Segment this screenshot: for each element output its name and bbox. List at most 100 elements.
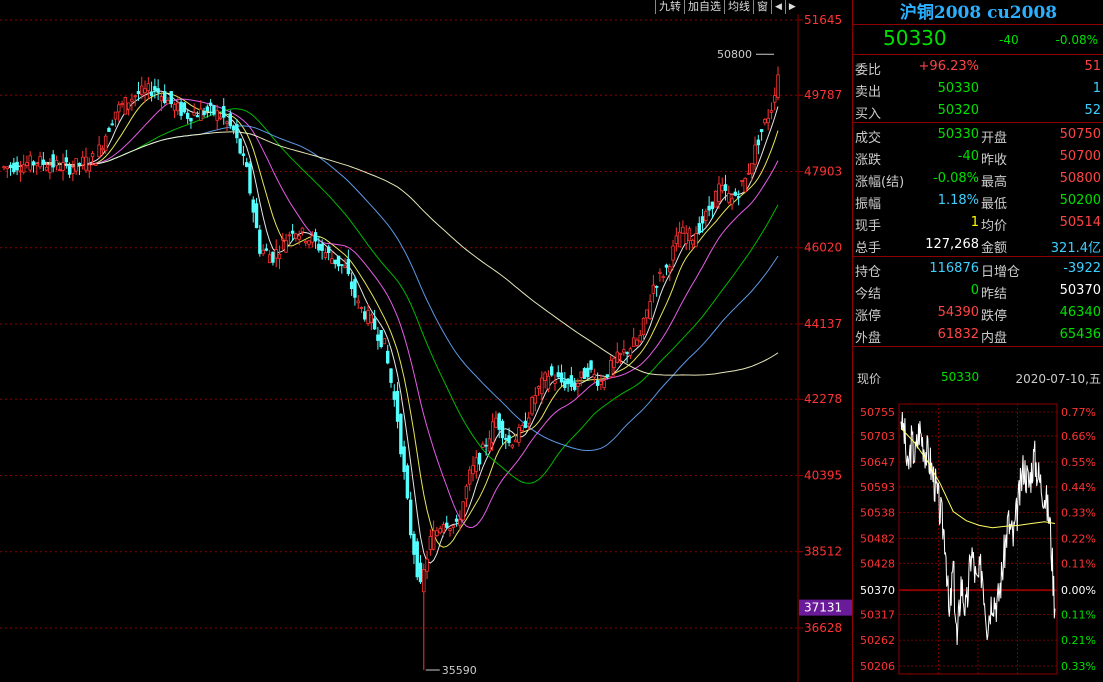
intraday-label: 现价 [857, 372, 882, 386]
candle-body [248, 163, 252, 194]
divider [853, 54, 1103, 55]
quote-v2: 50700 [1059, 149, 1101, 164]
candle-body [638, 334, 642, 342]
quote-l2: 金额 [981, 241, 1008, 256]
quote-l1: 总手 [855, 241, 882, 256]
candle-body [215, 110, 219, 121]
intraday-left-tick: 50370 [860, 584, 895, 597]
candle-body [346, 258, 351, 275]
candle-body [543, 372, 547, 381]
divider [853, 256, 1103, 257]
y-tick-label: 38512 [804, 545, 842, 559]
candle-body [527, 417, 531, 424]
candle-body [435, 530, 439, 537]
toolbar-jiuzhuan-button[interactable]: 九转 [655, 0, 684, 14]
candle-body [425, 558, 429, 572]
toolbar-add-watchlist-button[interactable]: 加自选 [684, 0, 724, 14]
candle-body [520, 425, 524, 431]
quote-v2: 46340 [1059, 305, 1101, 320]
candle-body [228, 113, 232, 126]
candle-body [691, 239, 695, 245]
candle-body [631, 337, 636, 347]
candle-body [353, 279, 357, 298]
toolbar-prev-icon[interactable]: ◀ [771, 0, 785, 14]
candle-body [402, 446, 406, 472]
candle-body [776, 74, 780, 98]
candle-body [710, 201, 715, 210]
candle-body [205, 106, 210, 112]
candle-body [677, 231, 682, 248]
kline-chart[interactable]: 51645 49787 47903 46020 44137 42278 40395 38512… [0, 0, 852, 682]
y-tick-label: 36628 [804, 621, 842, 635]
candle-body [445, 522, 449, 528]
divider [853, 346, 1103, 347]
quote-l1: 外盘 [855, 331, 882, 346]
candle-body [763, 119, 767, 124]
candle-body [707, 205, 711, 211]
candle-body [369, 314, 374, 324]
quote-v1: +96.23% [918, 59, 979, 74]
candle-body [110, 123, 114, 126]
candle-body [441, 524, 446, 533]
candle-body [700, 216, 705, 224]
candle-body [451, 525, 456, 528]
candle-body [599, 381, 603, 385]
candle-body [412, 533, 416, 555]
intraday-right-tick: 0.11% [1061, 557, 1096, 570]
candle-body [58, 169, 62, 171]
candle-body [356, 300, 360, 304]
candle-body [717, 183, 721, 202]
toolbar-next-icon[interactable]: ▶ [784, 0, 799, 14]
candle-body [727, 193, 731, 203]
quote-l1: 买入 [855, 107, 882, 122]
intraday-chart[interactable]: 50755 0.77% 50703 0.66% 50647 0.55% 50593 0.44%… [853, 400, 1103, 682]
quote-row: 委比 +96.23% 51 [853, 56, 1103, 78]
candle-body [386, 350, 390, 364]
candle-body [641, 317, 646, 336]
candle-body [769, 110, 774, 113]
candle-body [5, 166, 9, 170]
candle-body [117, 104, 121, 113]
candle-body [458, 519, 462, 526]
toolbar-window-button[interactable]: 窗 [753, 0, 771, 14]
candle-body [694, 233, 698, 247]
candle-body [107, 127, 111, 132]
candle-body [307, 240, 311, 245]
candle-body [405, 465, 410, 499]
quote-l1: 涨停 [855, 309, 882, 324]
quote-l1: 涨跌 [855, 153, 882, 168]
candle-body [497, 413, 501, 430]
candle-body [199, 108, 203, 121]
candle-body [740, 180, 744, 183]
candle-body [64, 157, 69, 163]
candle-body [720, 185, 724, 192]
toolbar-ma-button[interactable]: 均线 [724, 0, 753, 14]
candle-body [704, 210, 708, 221]
candle-body [271, 251, 275, 263]
candle-body [487, 438, 492, 452]
intraday-right-tick: 0.66% [1061, 430, 1096, 443]
candle-body [140, 85, 144, 95]
candle-body [287, 234, 292, 237]
candle-body [461, 501, 465, 521]
candle-body [294, 233, 298, 239]
candle-body [363, 311, 367, 320]
candle-body [474, 457, 478, 472]
candle-body [290, 230, 295, 234]
candle-body [74, 158, 78, 172]
candle-body [235, 124, 239, 139]
candle-body [326, 246, 331, 253]
candle-body [71, 167, 75, 174]
quote-v2: 50800 [1059, 171, 1101, 186]
intraday-right-tick: 0.55% [1061, 456, 1096, 469]
quote-l1: 现手 [855, 219, 882, 234]
candle-body [153, 86, 157, 91]
candle-body [648, 301, 652, 320]
candle-body [766, 117, 770, 124]
quote-v1: 54390 [937, 305, 979, 320]
quote-l2: 日增仓 [981, 265, 1021, 280]
candle-body [333, 259, 337, 265]
intraday-left-tick: 50206 [860, 660, 895, 673]
quote-row: 涨停 54390 跌停 46340 [853, 302, 1103, 324]
candle-body [589, 360, 593, 370]
